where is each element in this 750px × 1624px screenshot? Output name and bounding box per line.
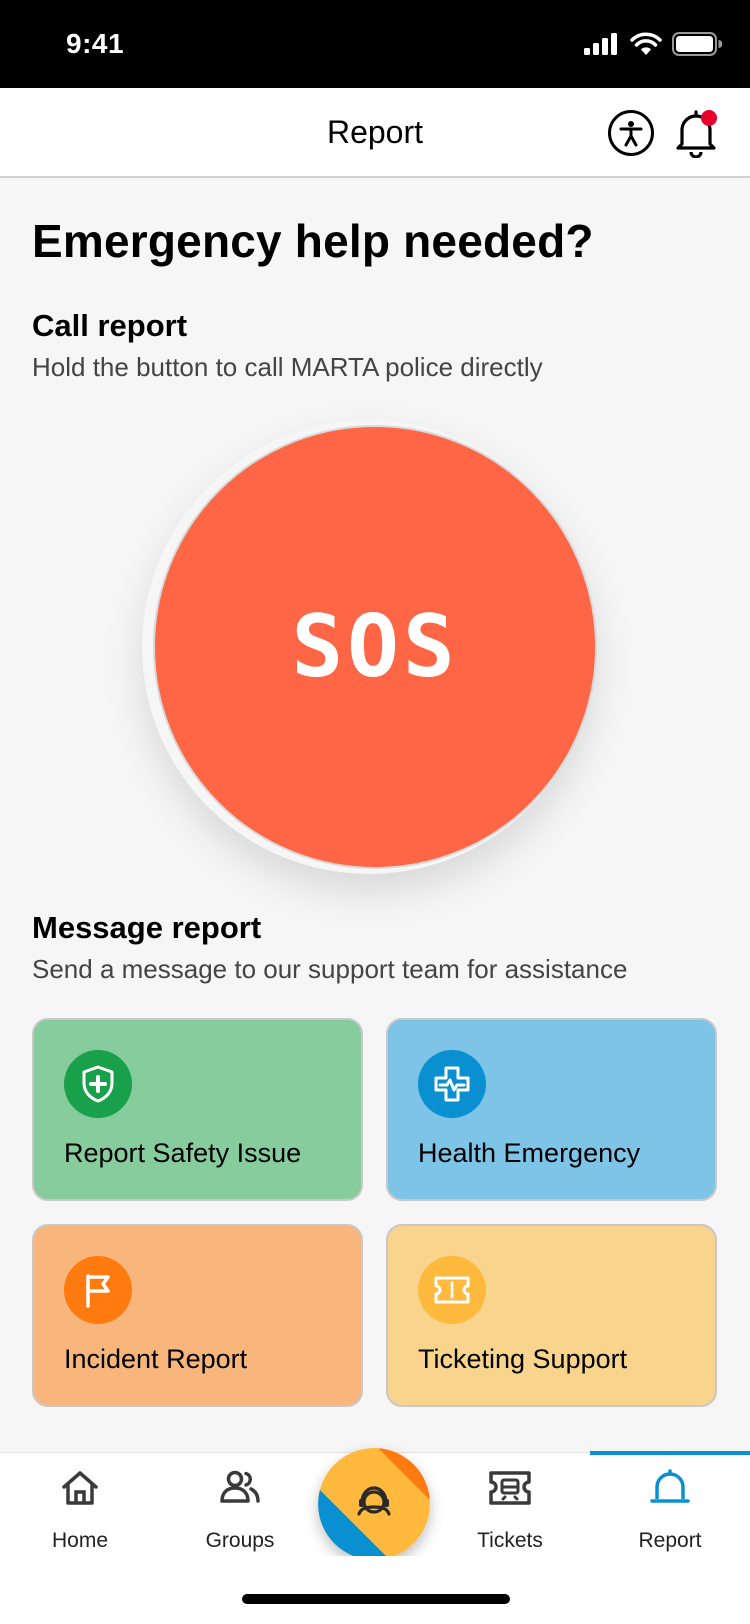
- tab-label: Tickets: [477, 1529, 543, 1552]
- battery-icon: [672, 32, 722, 56]
- card-label: Ticketing Support: [418, 1344, 628, 1374]
- ticketing-support-card[interactable]: Ticketing Support: [386, 1224, 717, 1407]
- tab-groups[interactable]: Groups: [170, 1453, 310, 1557]
- message-report-title: Message report: [32, 910, 262, 945]
- tab-tickets[interactable]: Tickets: [440, 1453, 580, 1557]
- wifi-icon: [630, 32, 662, 55]
- sos-button[interactable]: SOS: [153, 425, 597, 869]
- tab-home[interactable]: Home: [10, 1453, 150, 1557]
- notification-badge: [701, 110, 717, 126]
- card-label: Health Emergency: [418, 1138, 641, 1168]
- sos-label: SOS: [291, 597, 459, 697]
- health-emergency-card[interactable]: Health Emergency: [386, 1018, 717, 1201]
- incident-report-card[interactable]: Incident Report: [32, 1224, 363, 1407]
- home-indicator[interactable]: [242, 1594, 510, 1604]
- status-time: 9:41: [66, 28, 125, 59]
- tab-report[interactable]: Report: [600, 1453, 740, 1557]
- flag-icon: [64, 1256, 132, 1324]
- tab-label: Report: [638, 1529, 702, 1552]
- message-report-subtitle: Send a message to our support team for a…: [32, 954, 628, 984]
- tickets-icon: [489, 1471, 531, 1505]
- report-safety-issue-card[interactable]: Report Safety Issue: [32, 1018, 363, 1201]
- card-label: Incident Report: [64, 1344, 248, 1374]
- support-agent-icon: [318, 1448, 430, 1560]
- groups-icon: [220, 1470, 260, 1503]
- page-title: Emergency help needed?: [32, 215, 594, 267]
- report-siren-icon: [650, 1469, 690, 1503]
- home-icon: [62, 1471, 98, 1505]
- shield-plus-icon: [64, 1050, 132, 1118]
- card-label: Report Safety Issue: [64, 1138, 302, 1168]
- home-indicator-area: [0, 1556, 750, 1624]
- accessibility-icon: [619, 121, 643, 147]
- accessibility-button[interactable]: [608, 110, 654, 156]
- heartbeat-cross-icon: [418, 1050, 486, 1118]
- status-icons: [584, 32, 722, 56]
- notifications-button[interactable]: [673, 108, 719, 159]
- status-bar: 9:41: [0, 0, 750, 88]
- call-report-title: Call report: [32, 308, 188, 343]
- cellular-signal-icon: [584, 33, 617, 55]
- call-report-subtitle: Hold the button to call MARTA police dir…: [32, 352, 543, 382]
- tab-label: Home: [51, 1529, 109, 1552]
- header: Report: [0, 88, 750, 178]
- ticket-icon: [418, 1256, 486, 1324]
- support-fab-button[interactable]: [318, 1448, 430, 1560]
- tab-label: Groups: [205, 1529, 275, 1552]
